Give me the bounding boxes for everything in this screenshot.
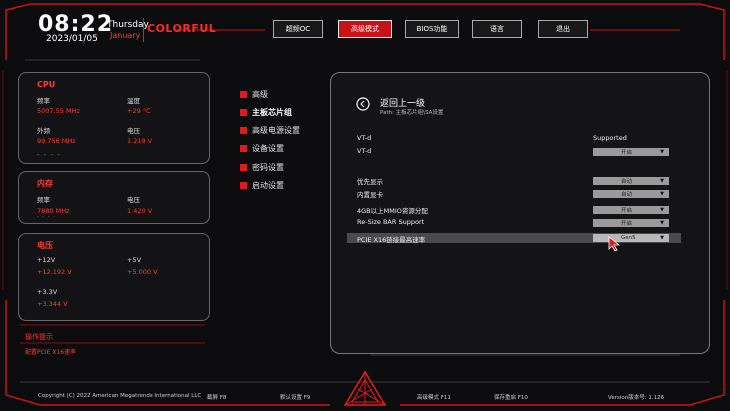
v5-value: +5.000 V xyxy=(127,268,158,276)
mmio-dropdown[interactable]: 开启 ▼ xyxy=(593,206,669,214)
footer-save-reset[interactable]: 保存重启 F10 xyxy=(494,393,528,401)
brand-logo: COLORFUL xyxy=(147,22,217,35)
tab-bios-features[interactable]: BIOS功能 xyxy=(405,20,459,38)
hint-title: 操作提示 xyxy=(25,333,53,341)
footer-advanced[interactable]: 高级模式 F11 xyxy=(417,393,451,401)
memory-volt-label: 电压 xyxy=(127,196,140,204)
row-vtd-label: VT-d xyxy=(357,134,372,142)
logo-emblem xyxy=(343,370,387,406)
row-rebar-label: Re-Size BAR Support xyxy=(357,218,425,226)
cpu-freq-label: 频率 xyxy=(37,97,50,105)
breadcrumb-path: Path: 主板芯片组\SA设置 xyxy=(380,110,444,116)
menu-item-label: 主板芯片组 xyxy=(252,108,292,117)
clock-month: January xyxy=(110,31,141,40)
voltage-title: 电压 xyxy=(37,241,53,250)
chevron-down-icon: ▼ xyxy=(660,220,664,226)
chevron-down-icon: ▼ xyxy=(660,235,664,241)
menu-item-password[interactable]: 密码设置 xyxy=(240,162,284,173)
v12-value: +12.192 V xyxy=(37,268,72,276)
menu-item-label: 高级 xyxy=(252,90,268,99)
tab-exit[interactable]: 退出 xyxy=(538,20,588,38)
menu-item-advanced[interactable]: 高级 xyxy=(240,89,268,100)
menu-item-boot[interactable]: 启动设置 xyxy=(240,180,284,191)
row-vtd-value: Supported xyxy=(593,134,627,142)
dropdown-value: Gen5 xyxy=(621,235,636,241)
memory-dash: - - - - xyxy=(37,214,56,220)
memory-title: 内存 xyxy=(37,179,53,188)
menu-item-label: 设备设置 xyxy=(252,144,284,153)
primary-display-dropdown[interactable]: 自动 ▼ xyxy=(593,177,669,185)
footer-version: Version版本号: 1.126 xyxy=(608,395,665,401)
dropdown-value: 自动 xyxy=(621,179,633,185)
clock-date: 2023/01/05 xyxy=(46,34,98,44)
tab-oc[interactable]: 超频OC xyxy=(273,20,323,38)
header-divider xyxy=(143,18,144,42)
cpu-dash: - - - - xyxy=(37,151,61,159)
v33-label: +3.3V xyxy=(37,288,58,296)
v12-label: +12V xyxy=(37,256,56,264)
dropdown-value: 自动 xyxy=(621,192,633,198)
cpu-temp-value: +29 °C xyxy=(127,107,151,115)
chevron-down-icon: ▼ xyxy=(660,191,664,197)
cpu-volt-label: 电压 xyxy=(127,127,140,135)
cpu-ext-label: 外频 xyxy=(37,127,50,135)
chevron-down-icon: ▼ xyxy=(660,149,664,155)
dropdown-value: 开启 xyxy=(621,221,633,227)
row-igpu-label: 内置显卡 xyxy=(357,191,383,199)
menu-item-chipset[interactable]: 主板芯片组 xyxy=(240,107,292,118)
tab-advanced-mode[interactable]: 高级模式 xyxy=(338,20,392,38)
menu-item-label: 启动设置 xyxy=(252,181,284,190)
cpu-ext-value: 99.756 MHz xyxy=(37,137,76,145)
menu-item-label: 密码设置 xyxy=(252,163,284,172)
cpu-volt-value: 1.219 V xyxy=(127,137,153,145)
menu-item-power[interactable]: 高级电源设置 xyxy=(240,125,300,136)
memory-volt-value: 1.420 V xyxy=(127,207,153,215)
v33-value: +3.344 V xyxy=(37,300,68,308)
menu-bullet-icon xyxy=(240,182,247,189)
hint-text: 配置PCIE X16速率 xyxy=(25,349,77,356)
row-vtd2-label: VT-d xyxy=(357,147,372,155)
back-icon[interactable] xyxy=(356,97,370,111)
tab-language[interactable]: 语言 xyxy=(472,20,522,38)
footer-defaults[interactable]: 默认设置 F9 xyxy=(280,393,310,401)
cpu-freq-value: 5007.55 MHz xyxy=(37,107,80,115)
cpu-temp-label: 温度 xyxy=(127,97,140,105)
dropdown-value: 开启 xyxy=(621,150,633,156)
rebar-dropdown[interactable]: 开启 ▼ xyxy=(593,219,669,227)
memory-freq-label: 频率 xyxy=(37,196,50,204)
menu-bullet-icon xyxy=(240,127,247,134)
menu-item-label: 高级电源设置 xyxy=(252,126,300,135)
pcie-speed-dropdown[interactable]: Gen5 ▼ xyxy=(593,234,669,242)
menu-item-devices[interactable]: 设备设置 xyxy=(240,143,284,154)
igpu-dropdown[interactable]: 自动 ▼ xyxy=(593,190,669,198)
chevron-down-icon: ▼ xyxy=(660,178,664,184)
menu-bullet-icon xyxy=(240,91,247,98)
mouse-cursor-icon xyxy=(608,236,621,252)
chevron-down-icon: ▼ xyxy=(660,207,664,213)
row-pcie-label: PCIE X16链接最高速率 xyxy=(357,236,426,244)
dropdown-value: 开启 xyxy=(621,208,633,214)
row-mmio-label: 4GB以上MMIO资源分配 xyxy=(357,207,428,215)
row-primary-display-label: 优先显示 xyxy=(357,178,383,186)
menu-bullet-icon xyxy=(240,145,247,152)
menu-bullet-icon xyxy=(240,164,247,171)
cpu-title: CPU xyxy=(37,80,56,89)
vtd-dropdown[interactable]: 开启 ▼ xyxy=(593,148,669,156)
menu-bullet-icon xyxy=(240,109,247,116)
v5-label: +5V xyxy=(127,256,142,264)
footer-copyright: Copyright (C) 2022 American Megatrends I… xyxy=(38,393,202,399)
footer-screenshot[interactable]: 截屏 F8 xyxy=(207,393,226,401)
